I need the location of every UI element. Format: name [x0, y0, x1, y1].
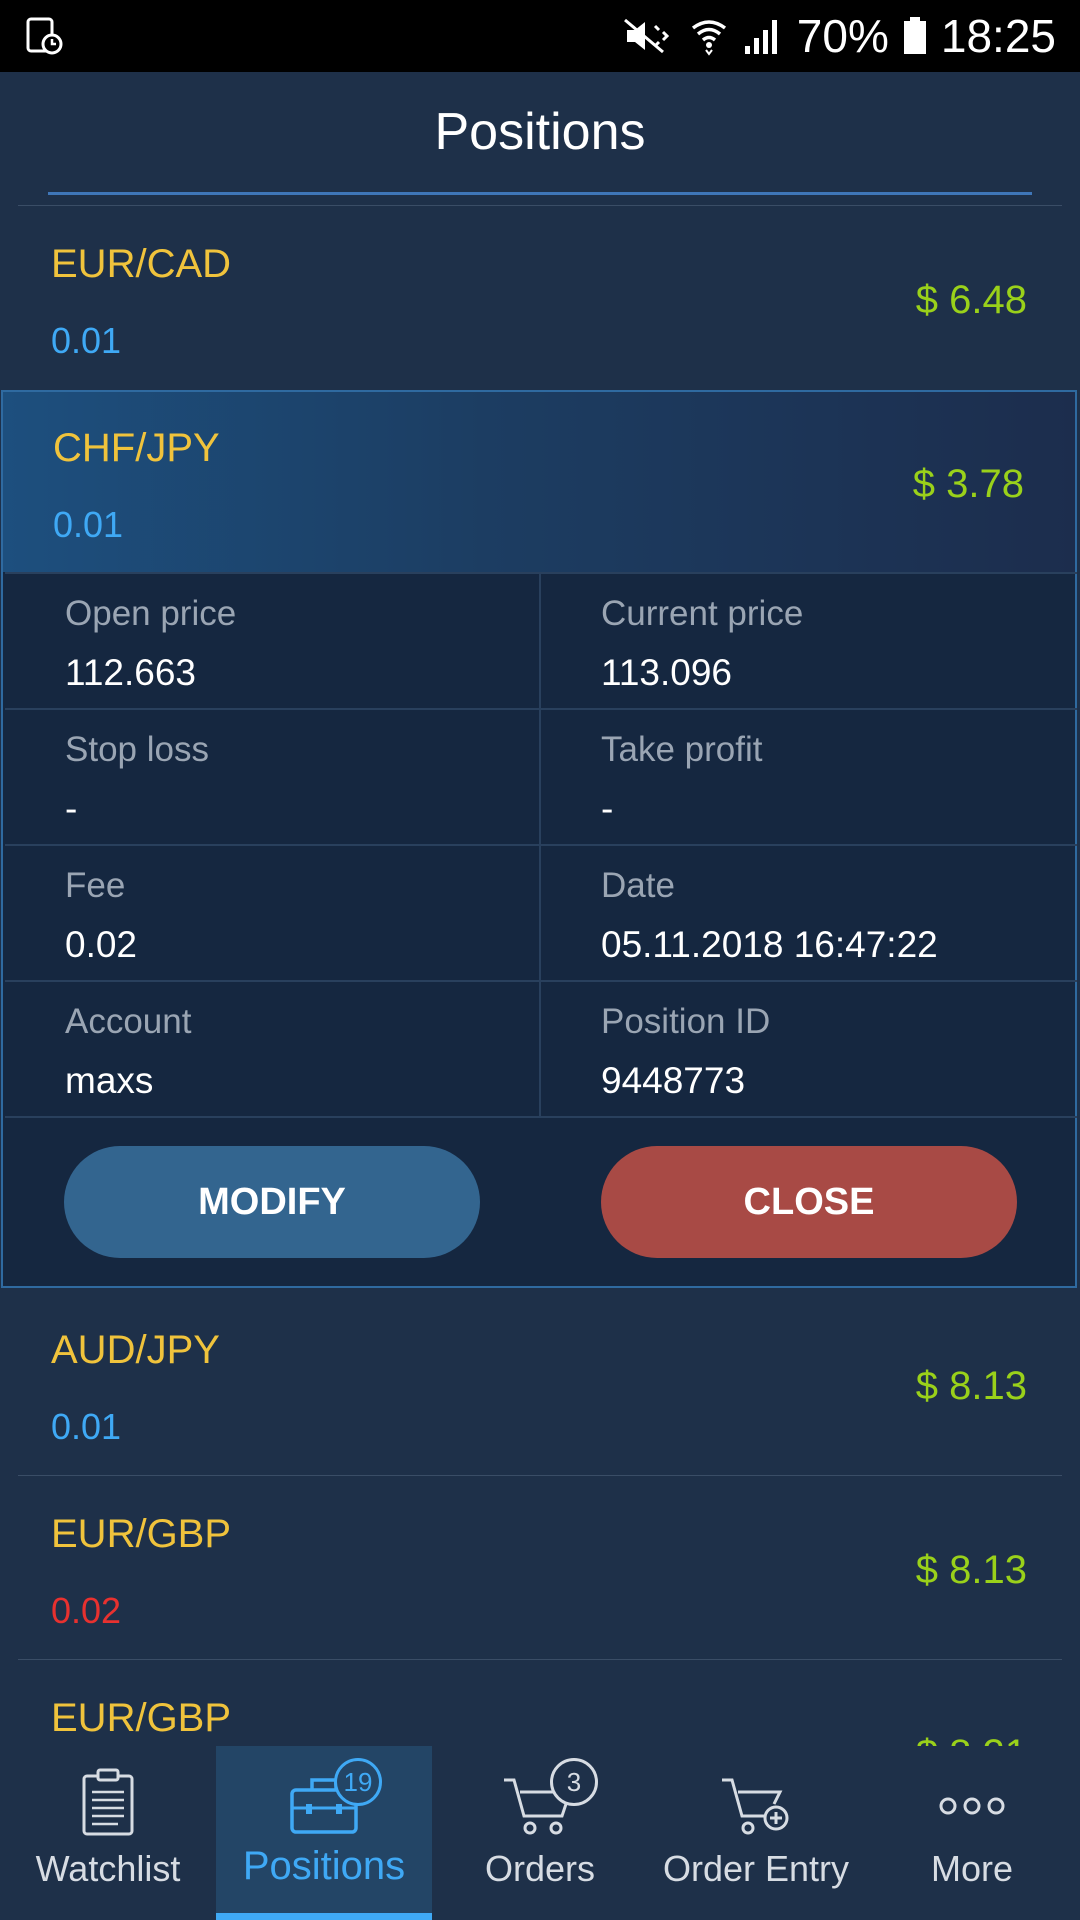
detail-label: Date — [601, 866, 675, 905]
page-title: Positions — [434, 103, 646, 161]
detail-value: 9448773 — [601, 1060, 746, 1101]
page-header: Positions — [0, 72, 1080, 192]
detail-value: 0.02 — [65, 924, 138, 965]
position-pnl: $ 8.13 — [915, 1548, 1027, 1592]
detail-open-price: Open price 112.663 — [5, 572, 541, 708]
bottom-nav: Watchlist 19 Positions 3 Orders Order En… — [0, 1746, 1080, 1920]
nav-label: Watchlist — [35, 1848, 181, 1889]
position-symbol: EUR/GBP — [51, 1696, 232, 1740]
detail-label: Account — [65, 1002, 192, 1041]
more-dots-icon — [939, 1797, 1005, 1815]
clock: 18:25 — [940, 10, 1056, 62]
wifi-icon — [689, 16, 729, 56]
detail-fee: Fee 0.02 — [5, 844, 541, 980]
position-pnl: $ 8.13 — [915, 1364, 1027, 1408]
screen-time-icon — [24, 16, 64, 61]
position-volume: 0.01 — [53, 504, 124, 545]
position-symbol: AUD/JPY — [51, 1328, 220, 1372]
detail-label: Fee — [65, 866, 126, 905]
nav-positions[interactable]: 19 Positions — [216, 1746, 432, 1920]
position-row[interactable]: CHF/JPY 0.01 $ 3.78 — [3, 392, 1075, 572]
position-pnl: $ 3.78 — [912, 462, 1024, 506]
detail-value: - — [601, 788, 614, 829]
expanded-position-card: CHF/JPY 0.01 $ 3.78 Open price 112.663 C… — [1, 390, 1077, 1288]
nav-watchlist[interactable]: Watchlist — [0, 1746, 216, 1920]
detail-value: 113.096 — [601, 652, 732, 693]
detail-label: Open price — [65, 594, 237, 633]
position-row[interactable]: EUR/CAD 0.01 $ 6.48 — [0, 206, 1080, 390]
nav-label: Order Entry — [662, 1848, 850, 1889]
nav-label: More — [930, 1848, 1014, 1889]
position-row[interactable]: EUR/GBP 0.02 $ 8.13 — [0, 1476, 1080, 1660]
header-underline — [48, 192, 1032, 195]
modify-button[interactable]: MODIFY — [64, 1146, 480, 1258]
mute-icon — [619, 16, 675, 56]
detail-label: Stop loss — [65, 730, 209, 769]
detail-position-id: Position ID 9448773 — [541, 980, 1077, 1116]
position-volume: 0.01 — [51, 1406, 122, 1447]
nav-label: Orders — [484, 1848, 596, 1889]
signal-icon — [743, 16, 783, 56]
position-volume: 0.01 — [51, 320, 122, 361]
clipboard-icon — [82, 1768, 134, 1836]
close-position-button[interactable]: CLOSE — [601, 1146, 1017, 1258]
nav-label: Positions — [242, 1844, 406, 1888]
nav-order-entry[interactable]: Order Entry — [648, 1746, 864, 1920]
detail-value: maxs — [65, 1060, 154, 1101]
detail-label: Take profit — [601, 730, 763, 769]
detail-date: Date 05.11.2018 16:47:22 — [541, 844, 1077, 980]
positions-count-badge: 19 — [334, 1758, 382, 1806]
battery-icon — [903, 16, 927, 56]
detail-account: Account maxs — [5, 980, 541, 1116]
nav-orders[interactable]: 3 Orders — [432, 1746, 648, 1920]
position-symbol: EUR/CAD — [51, 242, 232, 286]
orders-count-badge: 3 — [550, 1758, 598, 1806]
position-row[interactable]: AUD/JPY 0.01 $ 8.13 — [0, 1292, 1080, 1476]
detail-value: 112.663 — [65, 652, 196, 693]
position-pnl: $ 8.21 — [916, 1732, 1027, 1746]
detail-value: - — [65, 788, 78, 829]
position-symbol: CHF/JPY — [53, 426, 220, 470]
detail-stop-loss: Stop loss - — [5, 708, 541, 844]
status-bar: 70% 18:25 — [0, 0, 1080, 72]
detail-take-profit: Take profit - — [541, 708, 1077, 844]
cart-plus-icon — [722, 1778, 789, 1835]
detail-label: Position ID — [601, 1002, 771, 1041]
nav-more[interactable]: More — [864, 1746, 1080, 1920]
position-symbol: EUR/GBP — [51, 1512, 232, 1556]
active-tab-indicator — [216, 1913, 432, 1920]
detail-label: Current price — [601, 594, 804, 633]
detail-current-price: Current price 113.096 — [541, 572, 1077, 708]
battery-percent: 70% — [796, 10, 889, 62]
divider — [5, 1116, 1077, 1118]
position-pnl: $ 6.48 — [915, 278, 1027, 322]
detail-value: 05.11.2018 16:47:22 — [601, 924, 938, 965]
position-volume: 0.02 — [51, 1590, 122, 1631]
position-row[interactable]: EUR/GBP $ 8.21 — [0, 1660, 1080, 1746]
